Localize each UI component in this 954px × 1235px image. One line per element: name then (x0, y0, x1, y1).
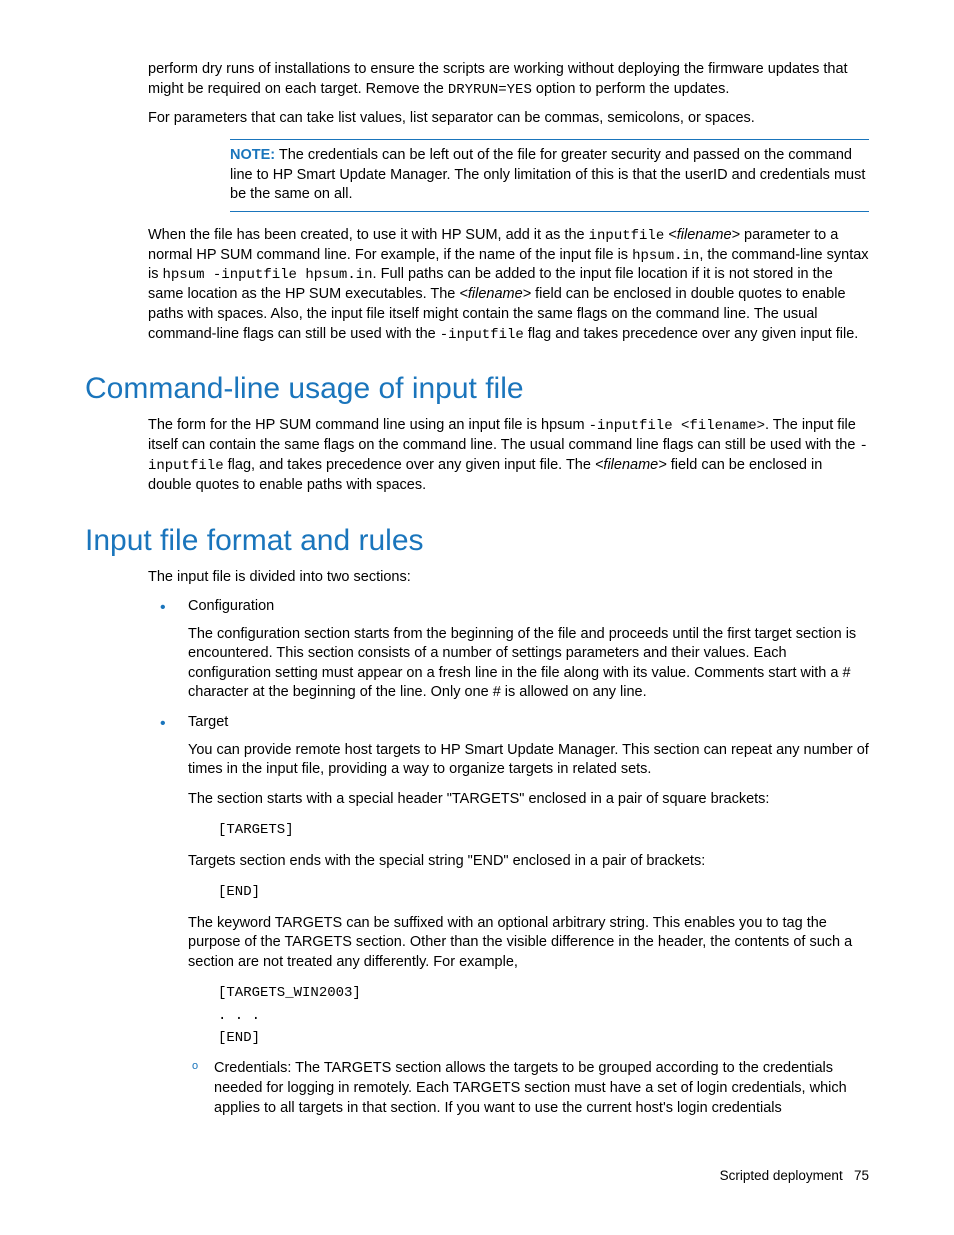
code-line: . . . (218, 1005, 869, 1027)
code-inputfile-filename: -inputfile <filename> (589, 418, 765, 434)
param-filename: <filename> (668, 227, 740, 243)
code-line: [TARGETS_WIN2003] (218, 982, 869, 1004)
code-inputfile: inputfile (589, 228, 665, 244)
code-dryrun: DRYRUN=YES (448, 82, 532, 98)
code-inputfile-flag: -inputfile (440, 327, 524, 343)
li-title-configuration: Configuration (188, 598, 274, 614)
paragraph-sections-intro: The input file is divided into two secti… (148, 568, 869, 588)
code-block-targets: [TARGETS] (218, 819, 869, 841)
paragraph-dryrun: perform dry runs of installations to ens… (148, 60, 869, 99)
paragraph-cmdline-form: The form for the HP SUM command line usi… (148, 416, 869, 495)
code-block-targets-example: [TARGETS_WIN2003] . . . [END] (218, 982, 869, 1049)
section-list: Configuration The configuration section … (148, 597, 869, 1118)
sublist: Credentials: The TARGETS section allows … (188, 1059, 869, 1118)
paragraph-list-separator: For parameters that can take list values… (148, 109, 869, 129)
li-body-end-header: Targets section ends with the special st… (188, 852, 869, 872)
param-filename: <filename> (595, 457, 667, 473)
list-item-target: Target You can provide remote host targe… (148, 713, 869, 1118)
li-body-targets-suffix: The keyword TARGETS can be suffixed with… (188, 914, 869, 973)
code-block-end: [END] (218, 881, 869, 903)
li-title-target: Target (188, 714, 228, 730)
footer-section-title: Scripted deployment (720, 1168, 843, 1183)
footer-page-number: 75 (854, 1168, 869, 1183)
text: option to perform the updates. (532, 81, 730, 97)
page-footer: Scripted deployment 75 (85, 1168, 869, 1183)
text: When the file has been created, to use i… (148, 227, 589, 243)
note-content: NOTE: The credentials can be left out of… (230, 146, 869, 205)
code-line: [END] (218, 1027, 869, 1049)
code-hpsum-cmd: hpsum -inputfile hpsum.in (163, 267, 373, 283)
note-text: The credentials can be left out of the f… (230, 147, 865, 202)
li-body-target-intro: You can provide remote host targets to H… (188, 741, 869, 780)
li-body-targets-header: The section starts with a special header… (188, 790, 869, 810)
text: The form for the HP SUM command line usi… (148, 417, 589, 433)
note-label: NOTE: (230, 147, 275, 163)
paragraph-inputfile-usage: When the file has been created, to use i… (148, 226, 869, 345)
note-callout: NOTE: The credentials can be left out of… (230, 139, 869, 212)
page-container: perform dry runs of installations to ens… (0, 0, 954, 1223)
heading-cmdline-usage: Command-line usage of input file (85, 372, 869, 406)
list-item-configuration: Configuration The configuration section … (148, 597, 869, 703)
heading-input-file-format: Input file format and rules (85, 524, 869, 558)
param-filename: <filename> (459, 286, 531, 302)
text: flag, and takes precedence over any give… (224, 457, 595, 473)
li-body-configuration: The configuration section starts from th… (188, 625, 869, 703)
sublist-item-credentials: Credentials: The TARGETS section allows … (188, 1059, 869, 1118)
code-hpsum-in: hpsum.in (632, 248, 699, 264)
text: flag and takes precedence over any given… (524, 326, 859, 342)
